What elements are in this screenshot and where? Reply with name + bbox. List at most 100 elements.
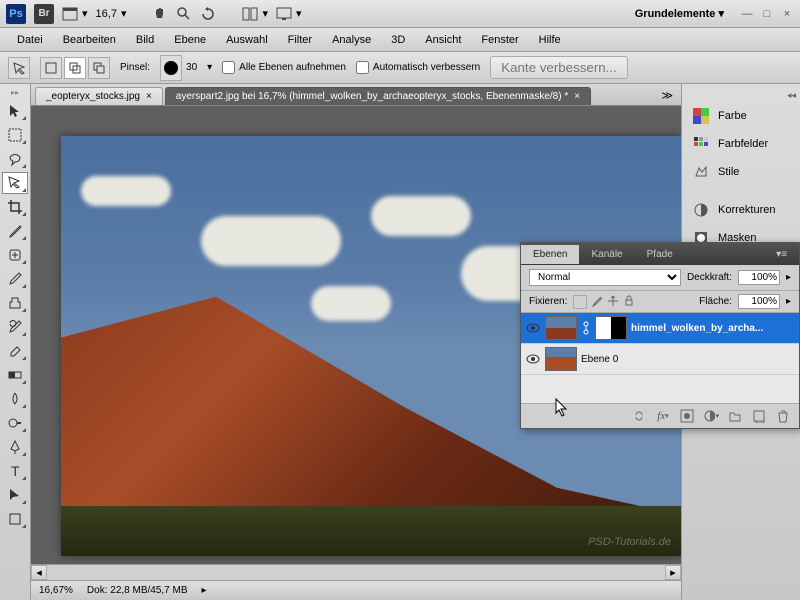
- maximize-button[interactable]: □: [760, 7, 774, 21]
- refine-edge-button[interactable]: Kante verbessern...: [490, 56, 628, 79]
- brush-tool[interactable]: [2, 268, 28, 290]
- layer-row[interactable]: Ebene 0: [521, 344, 799, 375]
- move-tool[interactable]: [2, 100, 28, 122]
- opacity-dropdown-icon[interactable]: ▸: [786, 272, 791, 283]
- document-tab-2[interactable]: ayerspart2.jpg bei 16,7% (himmel_wolken_…: [165, 87, 591, 105]
- color-panel-button[interactable]: Farbe: [686, 103, 796, 129]
- current-tool-icon[interactable]: [8, 57, 30, 79]
- panel-menu-icon[interactable]: ▾≡: [764, 245, 799, 264]
- healing-brush-tool[interactable]: [2, 244, 28, 266]
- lock-transparency-icon[interactable]: [573, 295, 587, 309]
- gradient-tool[interactable]: [2, 364, 28, 386]
- document-tab-1[interactable]: _eopteryx_stocks.jpg ×: [35, 87, 163, 105]
- workspace-dropdown[interactable]: Grundelemente ▾: [627, 5, 732, 22]
- visibility-eye-icon[interactable]: [525, 351, 541, 367]
- hand-tool-icon[interactable]: [152, 6, 168, 22]
- layer-thumbnail[interactable]: [545, 316, 577, 340]
- menu-select[interactable]: Auswahl: [217, 31, 277, 49]
- fill-dropdown-icon[interactable]: ▸: [786, 296, 791, 307]
- layer-thumbnail[interactable]: [545, 347, 577, 371]
- menu-help[interactable]: Hilfe: [530, 31, 570, 49]
- menu-window[interactable]: Fenster: [472, 31, 527, 49]
- bridge-logo-icon[interactable]: Br: [34, 4, 54, 24]
- zoom-tool-icon[interactable]: [176, 6, 192, 22]
- visibility-eye-icon[interactable]: [525, 320, 541, 336]
- shape-tool[interactable]: [2, 508, 28, 530]
- path-selection-tool[interactable]: [2, 484, 28, 506]
- pen-tool[interactable]: [2, 436, 28, 458]
- menu-3d[interactable]: 3D: [382, 31, 414, 49]
- new-group-icon[interactable]: [727, 408, 743, 424]
- zoom-status[interactable]: 16,67%: [39, 585, 73, 596]
- new-layer-icon[interactable]: [751, 408, 767, 424]
- photoshop-logo-icon[interactable]: Ps: [6, 4, 26, 24]
- history-brush-tool[interactable]: [2, 316, 28, 338]
- subtract-selection-mode[interactable]: [88, 57, 110, 79]
- blur-tool[interactable]: [2, 388, 28, 410]
- lock-pixels-icon[interactable]: [591, 295, 603, 307]
- crop-tool[interactable]: [2, 196, 28, 218]
- eyedropper-tool[interactable]: [2, 220, 28, 242]
- lock-all-icon[interactable]: [623, 295, 635, 307]
- horizontal-scrollbar[interactable]: ◂ ▸: [31, 564, 681, 580]
- lock-position-icon[interactable]: [607, 295, 619, 307]
- layer-style-icon[interactable]: fx▾: [655, 408, 671, 424]
- swatches-panel-button[interactable]: Farbfelder: [686, 131, 796, 157]
- menu-image[interactable]: Bild: [127, 31, 163, 49]
- layer-name[interactable]: Ebene 0: [581, 354, 795, 365]
- paths-tab[interactable]: Pfade: [635, 245, 685, 264]
- close-tab-icon[interactable]: ×: [574, 91, 580, 102]
- menu-file[interactable]: Datei: [8, 31, 52, 49]
- marquee-tool[interactable]: [2, 124, 28, 146]
- type-tool[interactable]: T: [2, 460, 28, 482]
- add-mask-icon[interactable]: [679, 408, 695, 424]
- layers-tab[interactable]: Ebenen: [521, 245, 579, 264]
- status-dropdown-icon[interactable]: ▸: [202, 585, 207, 596]
- delete-layer-icon[interactable]: [775, 408, 791, 424]
- blend-mode-select[interactable]: Normal: [529, 269, 681, 286]
- fill-label: Fläche:: [699, 296, 732, 307]
- adjustment-layer-icon[interactable]: ▾: [703, 408, 719, 424]
- menu-edit[interactable]: Bearbeiten: [54, 31, 125, 49]
- menu-analysis[interactable]: Analyse: [323, 31, 380, 49]
- add-selection-mode[interactable]: [64, 57, 86, 79]
- lasso-tool[interactable]: [2, 148, 28, 170]
- arrange-documents-dropdown[interactable]: ▾: [242, 7, 268, 21]
- opacity-input[interactable]: [738, 270, 780, 285]
- dodge-tool[interactable]: [2, 412, 28, 434]
- new-selection-mode[interactable]: [40, 57, 62, 79]
- rotate-view-icon[interactable]: [200, 6, 216, 22]
- scroll-right-icon[interactable]: ▸: [665, 565, 681, 580]
- auto-enhance-checkbox[interactable]: Automatisch verbessern: [356, 61, 480, 74]
- sample-all-layers-checkbox[interactable]: Alle Ebenen aufnehmen: [222, 61, 346, 74]
- quick-selection-tool[interactable]: [2, 172, 28, 194]
- zoom-level-value: 16,7: [96, 8, 117, 20]
- zoom-level-dropdown[interactable]: 16,7 ▾: [96, 7, 127, 20]
- eraser-tool[interactable]: [2, 340, 28, 362]
- close-tab-icon[interactable]: ×: [146, 91, 152, 102]
- tab-overflow-icon[interactable]: ≫: [653, 86, 681, 105]
- scroll-left-icon[interactable]: ◂: [31, 565, 47, 580]
- clone-stamp-tool[interactable]: [2, 292, 28, 314]
- panel-collapse-icon[interactable]: ◂◂: [787, 90, 796, 101]
- brush-dropdown-icon[interactable]: ▾: [207, 62, 212, 73]
- layer-name[interactable]: himmel_wolken_by_archa...: [631, 323, 795, 334]
- view-layout-dropdown[interactable]: ▾: [62, 7, 88, 21]
- adjustments-panel-button[interactable]: Korrekturen: [686, 197, 796, 223]
- link-layers-icon[interactable]: [631, 408, 647, 424]
- layers-panel[interactable]: Ebenen Kanäle Pfade ▾≡ Normal Deckkraft:…: [520, 242, 800, 429]
- brush-preset-picker[interactable]: [160, 55, 182, 81]
- minimize-button[interactable]: —: [740, 7, 754, 21]
- fill-input[interactable]: [738, 294, 780, 309]
- layer-row[interactable]: himmel_wolken_by_archa...: [521, 313, 799, 344]
- close-button[interactable]: ×: [780, 7, 794, 21]
- layer-mask-thumbnail[interactable]: [595, 316, 627, 340]
- channels-tab[interactable]: Kanäle: [579, 245, 634, 264]
- doc-size-status[interactable]: Dok: 22,8 MB/45,7 MB: [87, 585, 188, 596]
- styles-panel-button[interactable]: Stile: [686, 159, 796, 185]
- link-mask-icon[interactable]: [581, 318, 591, 338]
- menu-layer[interactable]: Ebene: [165, 31, 215, 49]
- screen-mode-dropdown[interactable]: ▾: [276, 7, 302, 21]
- menu-view[interactable]: Ansicht: [416, 31, 470, 49]
- menu-filter[interactable]: Filter: [279, 31, 321, 49]
